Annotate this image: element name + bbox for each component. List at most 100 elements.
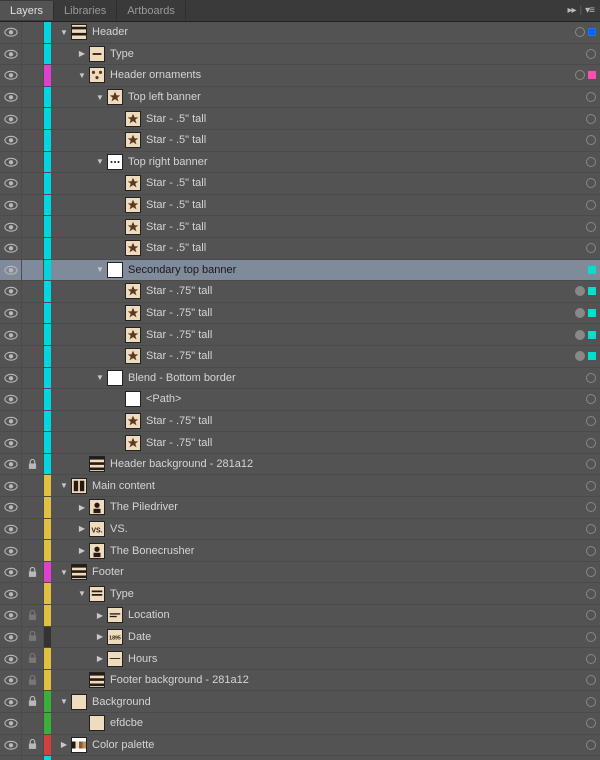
layer-label[interactable]: The Piledriver <box>110 501 178 513</box>
layer-row-s11[interactable]: Star - .75" tall <box>0 411 600 433</box>
lock-toggle[interactable] <box>22 346 44 367</box>
target-icon[interactable] <box>575 265 585 275</box>
visibility-toggle[interactable] <box>0 713 22 734</box>
visibility-toggle[interactable] <box>0 756 22 760</box>
target-icon[interactable] <box>586 589 596 599</box>
visibility-toggle[interactable] <box>0 627 22 648</box>
layer-label[interactable]: Secondary top banner <box>128 264 236 276</box>
lock-toggle[interactable] <box>22 648 44 669</box>
target-icon[interactable] <box>586 222 596 232</box>
target-icon[interactable] <box>575 70 585 80</box>
lock-toggle[interactable] <box>22 130 44 151</box>
visibility-toggle[interactable] <box>0 735 22 756</box>
tab-layers[interactable]: Layers <box>0 1 54 20</box>
layer-label[interactable]: Footer background - 281a12 <box>110 674 249 686</box>
layer-label[interactable]: The Bonecrusher <box>110 545 194 557</box>
lock-toggle[interactable] <box>22 65 44 86</box>
disclosure-arrow[interactable]: ▼ <box>57 28 71 37</box>
layer-label[interactable]: Star - .75" tall <box>146 307 212 319</box>
lock-toggle[interactable] <box>22 281 44 302</box>
layer-row-hours[interactable]: ▶Hours <box>0 648 600 670</box>
target-icon[interactable] <box>586 157 596 167</box>
layer-label[interactable]: Star - .5" tall <box>146 199 206 211</box>
target-icon[interactable] <box>586 114 596 124</box>
layer-label[interactable]: Date <box>128 631 151 643</box>
visibility-toggle[interactable] <box>0 22 22 43</box>
target-icon[interactable] <box>575 351 585 361</box>
visibility-toggle[interactable] <box>0 65 22 86</box>
visibility-toggle[interactable] <box>0 260 22 281</box>
layer-label[interactable]: Location <box>128 609 170 621</box>
layer-label[interactable]: Star - .5" tall <box>146 113 206 125</box>
layer-row-efdcbe[interactable]: efdcbe <box>0 713 600 735</box>
layer-label[interactable]: Main content <box>92 480 155 492</box>
layer-row-blend[interactable]: ▼Blend - Bottom border <box>0 368 600 390</box>
layer-label[interactable]: Hours <box>128 653 157 665</box>
layer-row-ftype[interactable]: ▼ Type <box>0 583 600 605</box>
lock-toggle[interactable] <box>22 195 44 216</box>
visibility-toggle[interactable] <box>0 303 22 324</box>
layer-label[interactable]: Star - .5" tall <box>146 221 206 233</box>
layer-label[interactable]: VS. <box>110 523 128 535</box>
target-icon[interactable] <box>586 416 596 426</box>
lock-toggle[interactable] <box>22 691 44 712</box>
lock-toggle[interactable] <box>22 432 44 453</box>
layer-label[interactable]: Header background - 281a12 <box>110 458 253 470</box>
layer-label[interactable]: efdcbe <box>110 717 143 729</box>
layer-row-vs[interactable]: ▶VS.VS. <box>0 519 600 541</box>
lock-toggle[interactable] <box>22 22 44 43</box>
layer-label[interactable]: Type <box>110 588 134 600</box>
visibility-toggle[interactable] <box>0 44 22 65</box>
lock-toggle[interactable] <box>22 497 44 518</box>
target-icon[interactable] <box>586 49 596 59</box>
layer-row-s5[interactable]: Star - .5" tall <box>0 216 600 238</box>
target-icon[interactable] <box>586 740 596 750</box>
layer-label[interactable]: Star - .75" tall <box>146 329 212 341</box>
layer-row-s4[interactable]: Star - .5" tall <box>0 195 600 217</box>
layer-row-s2[interactable]: Star - .5" tall <box>0 130 600 152</box>
lock-toggle[interactable] <box>22 519 44 540</box>
lock-toggle[interactable] <box>22 627 44 648</box>
tab-libraries[interactable]: Libraries <box>54 1 117 20</box>
visibility-toggle[interactable] <box>0 648 22 669</box>
visibility-toggle[interactable] <box>0 454 22 475</box>
layer-label[interactable]: Star - .75" tall <box>146 350 212 362</box>
disclosure-arrow[interactable]: ▶ <box>75 524 89 533</box>
layer-row-s8[interactable]: Star - .75" tall <box>0 303 600 325</box>
lock-toggle[interactable] <box>22 173 44 194</box>
target-icon[interactable] <box>575 308 585 318</box>
target-icon[interactable] <box>586 610 596 620</box>
disclosure-arrow[interactable]: ▼ <box>93 373 107 382</box>
visibility-toggle[interactable] <box>0 108 22 129</box>
visibility-toggle[interactable] <box>0 238 22 259</box>
visibility-toggle[interactable] <box>0 475 22 496</box>
target-icon[interactable] <box>575 27 585 37</box>
target-icon[interactable] <box>586 481 596 491</box>
layer-row-s9[interactable]: Star - .75" tall <box>0 324 600 346</box>
visibility-toggle[interactable] <box>0 281 22 302</box>
visibility-toggle[interactable] <box>0 519 22 540</box>
visibility-toggle[interactable] <box>0 583 22 604</box>
layer-label[interactable]: Star - .75" tall <box>146 285 212 297</box>
lock-toggle[interactable] <box>22 454 44 475</box>
visibility-toggle[interactable] <box>0 562 22 583</box>
lock-toggle[interactable] <box>22 583 44 604</box>
disclosure-arrow[interactable]: ▼ <box>93 265 107 274</box>
disclosure-arrow[interactable]: ▼ <box>75 589 89 598</box>
target-icon[interactable] <box>586 546 596 556</box>
layer-label[interactable]: Footer <box>92 566 124 578</box>
layer-row-bg[interactable]: ▼Background <box>0 691 600 713</box>
visibility-toggle[interactable] <box>0 216 22 237</box>
tab-artboards[interactable]: Artboards <box>117 1 186 20</box>
visibility-toggle[interactable] <box>0 540 22 561</box>
layer-label[interactable]: Star - .5" tall <box>146 242 206 254</box>
visibility-toggle[interactable] <box>0 87 22 108</box>
visibility-toggle[interactable] <box>0 346 22 367</box>
lock-toggle[interactable] <box>22 475 44 496</box>
target-icon[interactable] <box>575 330 585 340</box>
layer-row-s3[interactable]: Star - .5" tall <box>0 173 600 195</box>
target-icon[interactable] <box>586 697 596 707</box>
layer-row-s6[interactable]: Star - .5" tall <box>0 238 600 260</box>
layer-row-s10[interactable]: Star - .75" tall <box>0 346 600 368</box>
target-icon[interactable] <box>586 373 596 383</box>
